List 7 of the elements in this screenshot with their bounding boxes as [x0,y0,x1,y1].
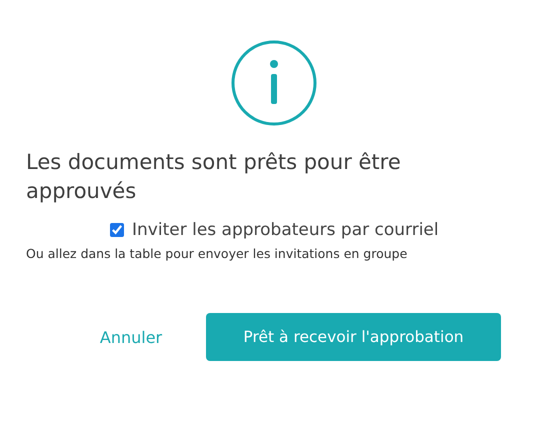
cancel-button[interactable]: Annuler [86,328,176,346]
dialog-title: Les documents sont prêts pour être approuvés [26,149,402,205]
info-icon [231,40,317,126]
hint-text: Ou allez dans la table pour envoyer les invitations en groupe [26,246,408,261]
confirm-button[interactable]: Prêt à recevoir l'approbation [206,313,501,361]
invite-label: Inviter les approbateurs par courriel [132,220,439,240]
invite-checkbox[interactable] [110,223,124,237]
